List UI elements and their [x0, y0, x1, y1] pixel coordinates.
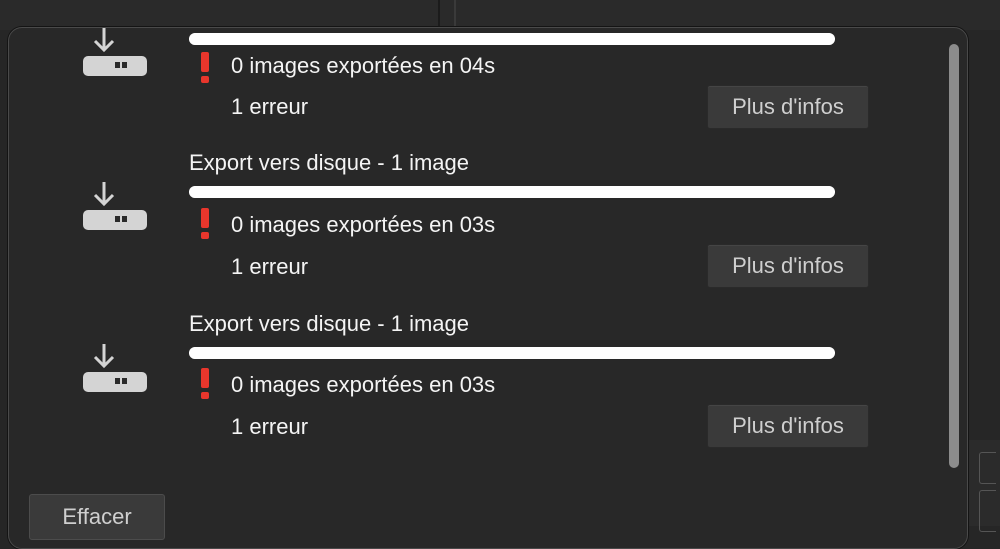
export-activity-popover: 0 images exportées en 04s 1 erreur Plus … — [8, 27, 968, 549]
vertical-scrollbar[interactable] — [949, 44, 959, 468]
background-divider — [438, 0, 440, 30]
export-item: Export vers disque - 1 image 0 images ex… — [9, 188, 909, 448]
background-control — [979, 452, 996, 484]
clear-button[interactable]: Effacer — [29, 494, 165, 540]
export-progress-bar — [189, 347, 835, 359]
export-progress-fill — [189, 347, 835, 359]
background-toolbar — [0, 0, 1000, 30]
exclamation-icon — [201, 368, 209, 399]
more-info-button[interactable]: Plus d'infos — [707, 404, 869, 448]
export-error-count: 1 erreur — [231, 414, 309, 439]
export-status: 0 images exportées en 03s — [231, 372, 496, 397]
disk-export-icon — [83, 344, 147, 392]
export-title: Export vers disque - 1 image — [189, 311, 470, 336]
background-divider — [454, 0, 456, 30]
export-title: Export vers disque - 1 image — [189, 150, 470, 175]
export-item: Export vers disque - 1 image 0 images ex… — [9, 28, 909, 288]
